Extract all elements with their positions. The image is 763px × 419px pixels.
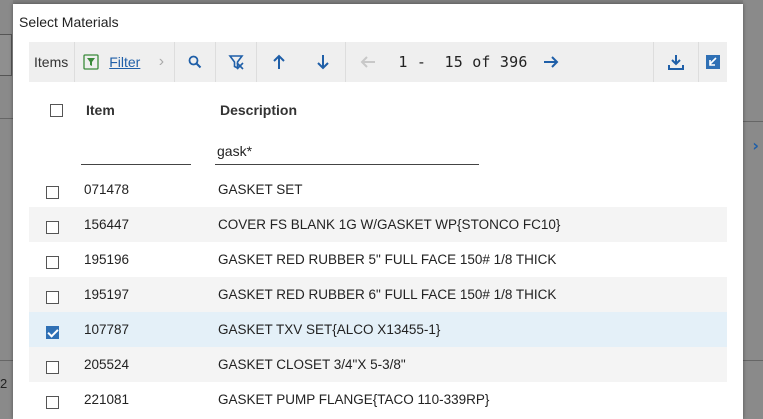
description-cell: GASKET RED RUBBER 5" FULL FACE 150# 1/8 …	[218, 252, 557, 267]
description-filter-input[interactable]	[215, 138, 479, 165]
description-cell: GASKET PUMP FLANGE{TACO 110-339RP}	[218, 392, 490, 407]
table-row[interactable]: 195197 GASKET RED RUBBER 6" FULL FACE 15…	[29, 277, 727, 312]
item-cell: 205524	[84, 357, 130, 372]
background-text: 2	[0, 376, 8, 391]
background-divider	[0, 360, 13, 361]
select-all-checkbox[interactable]	[50, 104, 63, 117]
search-icon	[188, 55, 202, 69]
collapse-table-button[interactable]	[699, 42, 727, 82]
background-divider	[0, 118, 13, 119]
table-row[interactable]: 205524 GASKET CLOSET 3/4"X 5-3/8"	[29, 347, 727, 382]
search-button[interactable]	[175, 42, 215, 82]
filter-button[interactable]: Filter	[75, 42, 148, 82]
next-row-button[interactable]	[301, 42, 345, 82]
pagination-text: 1 - 15 of 396	[398, 53, 528, 71]
item-cell: 195196	[84, 252, 130, 267]
column-header-item[interactable]: Item	[86, 102, 115, 118]
row-checkbox[interactable]	[46, 361, 59, 374]
background-divider	[743, 121, 763, 122]
download-icon	[668, 55, 684, 70]
item-cell: 221081	[84, 392, 130, 407]
collapse-icon	[706, 55, 720, 69]
arrow-down-icon	[317, 55, 330, 70]
arrow-up-icon	[273, 54, 286, 69]
description-cell: GASKET TXV SET{ALCO X13455-1}	[218, 322, 441, 337]
download-button[interactable]	[654, 42, 698, 82]
row-checkbox-checked[interactable]	[46, 326, 59, 339]
previous-page-button[interactable]	[346, 42, 390, 82]
clear-filter-button[interactable]	[216, 42, 256, 82]
toolbar-label: Items	[29, 42, 76, 82]
item-cell: 195197	[84, 287, 130, 302]
table-row-selected[interactable]: 107787 GASKET TXV SET{ALCO X13455-1}	[29, 312, 727, 347]
clear-filter-icon	[228, 55, 244, 70]
table-row[interactable]: 195196 GASKET RED RUBBER 5" FULL FACE 15…	[29, 242, 727, 277]
filter-funnel-icon	[83, 54, 99, 70]
arrow-right-icon	[543, 56, 559, 68]
table-row[interactable]: 221081 GASKET PUMP FLANGE{TACO 110-339RP…	[29, 382, 727, 417]
background-divider	[743, 360, 763, 361]
previous-row-button[interactable]	[257, 42, 301, 82]
description-cell: GASKET CLOSET 3/4"X 5-3/8"	[218, 357, 406, 372]
item-cell: 156447	[84, 217, 130, 232]
row-checkbox[interactable]	[46, 291, 59, 304]
row-checkbox[interactable]	[46, 221, 59, 234]
row-checkbox[interactable]	[46, 256, 59, 269]
background-page-right	[743, 0, 763, 419]
item-filter-input[interactable]	[81, 138, 191, 165]
row-checkbox[interactable]	[46, 186, 59, 199]
next-page-button[interactable]	[536, 42, 566, 82]
table-row[interactable]: 156447 COVER FS BLANK 1G W/GASKET WP{STO…	[29, 207, 727, 242]
filter-link[interactable]: Filter	[109, 54, 140, 70]
background-input	[0, 34, 12, 76]
table-header: Item Description	[29, 82, 727, 172]
item-cell: 071478	[84, 182, 130, 197]
arrow-left-icon	[360, 56, 376, 68]
item-cell: 107787	[84, 322, 130, 337]
row-checkbox[interactable]	[46, 396, 59, 409]
column-header-description[interactable]: Description	[220, 102, 297, 118]
table-toolbar: Items Filter › 1 - 15 of 396	[29, 42, 727, 82]
select-materials-dialog: Select Materials Items Filter › 1 - 15 o…	[13, 4, 743, 419]
table-row[interactable]: 071478 GASKET SET	[29, 172, 727, 207]
expand-filter-button[interactable]: ›	[148, 42, 174, 82]
table-body: 071478 GASKET SET 156447 COVER FS BLANK …	[29, 172, 727, 417]
description-cell: GASKET RED RUBBER 6" FULL FACE 150# 1/8 …	[218, 287, 557, 302]
description-cell: COVER FS BLANK 1G W/GASKET WP{STONCO FC1…	[218, 217, 561, 232]
background-chevron-right-icon: ›	[752, 136, 759, 155]
chevron-right-icon: ›	[158, 53, 165, 70]
description-cell: GASKET SET	[218, 182, 303, 197]
dialog-title: Select Materials	[19, 14, 119, 30]
